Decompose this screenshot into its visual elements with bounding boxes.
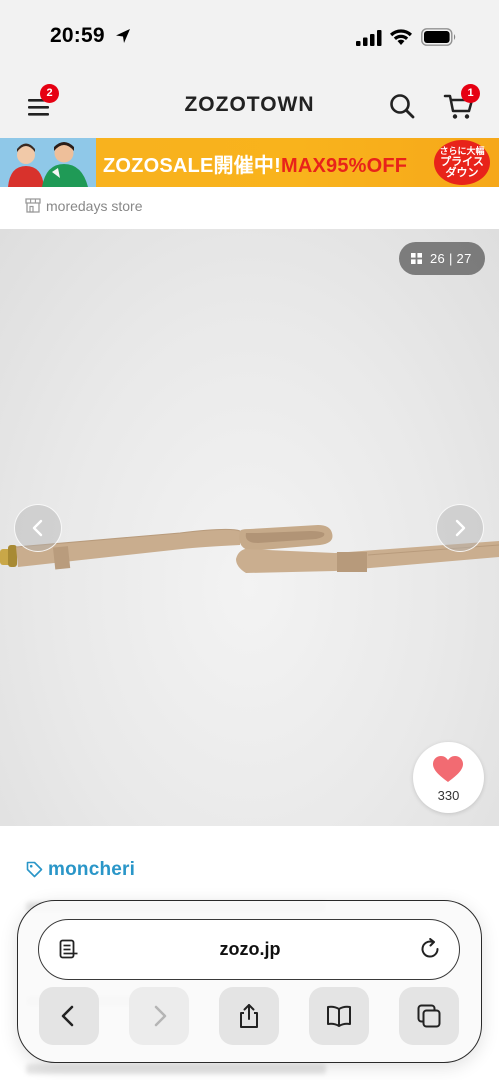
price-down-badge-line1: さらに大幅: [439, 146, 485, 156]
banner-sale-text: ZOZOSALE開催中!: [103, 155, 281, 177]
banner-models-image: [0, 138, 96, 187]
forward-icon: [154, 1005, 167, 1027]
cart-count-badge: 1: [461, 84, 480, 103]
back-icon: [61, 1005, 74, 1027]
price-down-badge-line3: ダウン: [445, 167, 479, 179]
chevron-left-icon: [32, 519, 43, 537]
reload-icon[interactable]: [419, 938, 441, 960]
product-image-gallery[interactable]: 26 | 27 330: [0, 229, 499, 826]
store-icon: [25, 198, 41, 213]
location-arrow-icon: [116, 29, 130, 43]
bookmarks-button[interactable]: [309, 987, 369, 1045]
banner-discount-text: MAX95%OFF: [280, 155, 408, 177]
tabs-icon: [417, 1004, 441, 1028]
status-time: 20:59: [50, 24, 105, 47]
previous-image-button[interactable]: [14, 504, 62, 552]
sale-banner[interactable]: ZOZOSALE開催中!MAX95%OFF さらに大幅 プライス ダウン: [0, 138, 499, 187]
chevron-right-icon: [455, 519, 466, 537]
product-info-placeholder: [26, 1064, 326, 1074]
status-bar: 20:59: [0, 0, 499, 75]
brand-name-link[interactable]: moncheri: [48, 859, 135, 881]
site-header: 2 ZOZOTOWN 1: [0, 75, 499, 138]
favorite-button[interactable]: 330: [413, 742, 484, 813]
share-button[interactable]: [219, 987, 279, 1045]
address-bar[interactable]: zozo.jp: [38, 919, 460, 980]
back-button[interactable]: [39, 987, 99, 1045]
url-text[interactable]: zozo.jp: [39, 939, 461, 960]
image-counter[interactable]: 26 | 27: [399, 242, 485, 275]
tag-icon: [26, 861, 43, 878]
forward-button[interactable]: [129, 987, 189, 1045]
grid-icon: [411, 253, 422, 264]
next-image-button[interactable]: [436, 504, 484, 552]
banner-headline: ZOZOSALE開催中!MAX95%OFF: [103, 149, 407, 178]
heart-icon: [433, 756, 463, 782]
bookmarks-icon: [327, 1005, 351, 1027]
price-down-badge: さらに大幅 プライス ダウン: [434, 140, 490, 185]
battery-icon: [421, 28, 456, 46]
browser-toolbar: zozo.jp: [17, 900, 482, 1063]
store-name[interactable]: moredays store: [46, 198, 142, 214]
store-row[interactable]: moredays store: [0, 187, 499, 229]
share-icon: [240, 1004, 258, 1028]
search-icon[interactable]: [388, 92, 416, 120]
tabs-button[interactable]: [399, 987, 459, 1045]
favorite-count: 330: [437, 788, 460, 803]
site-logo[interactable]: ZOZOTOWN: [0, 93, 499, 117]
cellular-signal-icon: [356, 30, 382, 46]
wifi-icon: [390, 29, 412, 45]
image-counter-text: 26 | 27: [430, 251, 472, 266]
product-image-leash: [0, 525, 499, 573]
